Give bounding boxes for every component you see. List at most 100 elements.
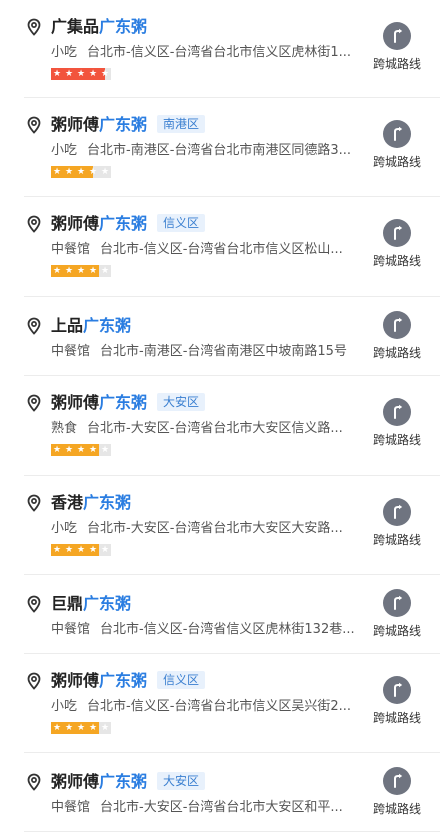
place-name-prefix: 广集品: [51, 17, 100, 36]
rating-stars: ★ ★ ★ ★ ★: [51, 166, 111, 178]
place-name-prefix: 粥师傅: [51, 214, 100, 233]
rating-star: ★: [87, 265, 99, 277]
place-name[interactable]: 香港广东粥: [51, 492, 131, 514]
rating-star: ★: [63, 166, 75, 178]
rating-star: ★: [75, 68, 87, 80]
route-arrow-icon: [383, 498, 411, 526]
location-pin-icon: [25, 773, 43, 791]
result-item[interactable]: 粥师傅广东粥 大安区中餐馆 台北市-大安区-台湾省台北市大安区和平... 跨城路线: [0, 753, 440, 832]
place-name-keyword: 广东粥: [83, 594, 132, 613]
cross-city-route-label: 跨城路线: [372, 533, 421, 547]
district-badge: 信义区: [157, 671, 206, 689]
place-address: 台北市-南港区-台湾省南港区中坡南路15号: [100, 344, 347, 359]
result-item[interactable]: 粥师傅广东粥 信义区 小吃 台北市-信义区-台湾省台北市信义区吴兴街2... ★ ★ ★ ★ ★…: [0, 654, 440, 753]
place-address: 台北市-信义区-台湾省台北市信义区虎林街1...: [87, 45, 352, 60]
cross-city-route-label: 跨城路线: [372, 254, 421, 268]
rating-star: ★: [51, 544, 63, 556]
cross-city-route-button[interactable]: 跨城路线: [369, 676, 425, 726]
place-category: 小吃: [51, 143, 78, 158]
result-item[interactable]: 广集品广东粥小吃 台北市-信义区-台湾省台北市信义区虎林街1... ★ ★ ★ ★ ★ 跨城路…: [0, 0, 440, 98]
cross-city-route-label: 跨城路线: [372, 802, 421, 816]
place-meta: 熟食 台北市-大安区-台湾省台北市大安区信义路...: [51, 420, 369, 438]
location-pin-icon: [25, 394, 43, 412]
district-badge: 南港区: [157, 115, 206, 133]
rating-star: ★: [51, 166, 63, 178]
route-arrow-icon: [383, 589, 411, 617]
place-name-keyword: 广东粥: [99, 115, 148, 134]
place-address: 台北市-信义区-台湾省信义区虎林街132巷...: [100, 622, 355, 637]
rating-star: ★: [99, 722, 111, 734]
rating-star: ★: [51, 444, 63, 456]
cross-city-route-button[interactable]: 跨城路线: [369, 219, 425, 269]
place-name-keyword: 广东粥: [83, 316, 132, 335]
rating-star: ★: [51, 68, 63, 80]
place-name[interactable]: 粥师傅广东粥 大安区: [51, 392, 206, 414]
cross-city-route-button[interactable]: 跨城路线: [369, 398, 425, 448]
place-category: 中餐馆: [51, 800, 91, 815]
place-name-prefix: 香港: [51, 493, 84, 512]
rating-star: ★: [87, 166, 99, 178]
rating-star: ★: [75, 265, 87, 277]
rating-stars: ★ ★ ★ ★ ★: [51, 544, 111, 556]
district-badge: 大安区: [157, 393, 206, 411]
place-name-keyword: 广东粥: [99, 17, 148, 36]
route-arrow-icon: [383, 767, 411, 795]
result-item[interactable]: 香港广东粥小吃 台北市-大安区-台湾省台北市大安区大安路... ★ ★ ★ ★ ★ 跨城路线: [0, 476, 440, 575]
rating-star: ★: [63, 544, 75, 556]
rating-star: ★: [99, 544, 111, 556]
rating-star: ★: [87, 722, 99, 734]
route-arrow-icon: [383, 398, 411, 426]
cross-city-route-button[interactable]: 跨城路线: [369, 120, 425, 170]
place-name-prefix: 上品: [51, 316, 84, 335]
place-name-keyword: 广东粥: [99, 214, 148, 233]
result-item[interactable]: 巨鼎广东粥中餐馆 台北市-信义区-台湾省信义区虎林街132巷... 跨城路线: [0, 575, 440, 654]
place-name-prefix: 粥师傅: [51, 772, 100, 791]
place-name[interactable]: 上品广东粥: [51, 315, 131, 337]
place-address: 台北市-大安区-台湾省台北市大安区和平...: [100, 800, 343, 815]
rating-star: ★: [87, 544, 99, 556]
rating-star: ★: [99, 265, 111, 277]
location-pin-icon: [25, 116, 43, 134]
place-name-keyword: 广东粥: [99, 772, 148, 791]
place-meta: 小吃 台北市-大安区-台湾省台北市大安区大安路...: [51, 520, 369, 538]
route-arrow-icon: [383, 219, 411, 247]
rating-stars: ★ ★ ★ ★ ★: [51, 444, 111, 456]
cross-city-route-label: 跨城路线: [372, 433, 421, 447]
cross-city-route-button[interactable]: 跨城路线: [369, 311, 425, 361]
route-arrow-icon: [383, 120, 411, 148]
place-name[interactable]: 粥师傅广东粥 信义区: [51, 670, 206, 692]
rating-stars: ★ ★ ★ ★ ★: [51, 68, 111, 80]
place-category: 中餐馆: [51, 622, 91, 637]
cross-city-route-button[interactable]: 跨城路线: [369, 589, 425, 639]
rating-star: ★: [63, 722, 75, 734]
cross-city-route-button[interactable]: 跨城路线: [369, 767, 425, 817]
place-name-prefix: 巨鼎: [51, 594, 84, 613]
district-badge: 信义区: [157, 214, 206, 232]
place-category: 小吃: [51, 45, 78, 60]
place-name-prefix: 粥师傅: [51, 393, 100, 412]
place-category: 中餐馆: [51, 344, 91, 359]
place-name[interactable]: 粥师傅广东粥 南港区: [51, 114, 206, 136]
place-meta: 中餐馆 台北市-信义区-台湾省台北市信义区松山...: [51, 241, 369, 259]
rating-star: ★: [63, 68, 75, 80]
rating-star: ★: [63, 265, 75, 277]
result-item[interactable]: 粥师傅广东粥 南港区 小吃 台北市-南港区-台湾省台北市南港区同德路3... ★ ★ ★ ★ ★…: [0, 98, 440, 197]
location-pin-icon: [25, 18, 43, 36]
rating-star: ★: [75, 166, 87, 178]
cross-city-route-button[interactable]: 跨城路线: [369, 498, 425, 548]
place-name[interactable]: 粥师傅广东粥 大安区: [51, 771, 206, 793]
rating-star: ★: [99, 166, 111, 178]
cross-city-route-button[interactable]: 跨城路线: [369, 22, 425, 72]
place-meta: 小吃 台北市-信义区-台湾省台北市信义区吴兴街2...: [51, 698, 369, 716]
place-category: 熟食: [51, 421, 78, 436]
place-name[interactable]: 广集品广东粥: [51, 16, 147, 38]
place-name[interactable]: 巨鼎广东粥: [51, 593, 131, 615]
place-category: 小吃: [51, 521, 78, 536]
rating-stars: ★ ★ ★ ★ ★: [51, 722, 111, 734]
result-item[interactable]: 上品广东粥中餐馆 台北市-南港区-台湾省南港区中坡南路15号 跨城路线: [0, 297, 440, 376]
place-name[interactable]: 粥师傅广东粥 信义区: [51, 213, 206, 235]
result-item[interactable]: 粥师傅广东粥 信义区 中餐馆 台北市-信义区-台湾省台北市信义区松山... ★ ★ ★ ★ ★ 跨…: [0, 197, 440, 297]
result-item[interactable]: 粥师傅广东粥 大安区熟食 台北市-大安区-台湾省台北市大安区信义路... ★ ★ ★ ★ ★ 跨…: [0, 376, 440, 476]
route-arrow-icon: [383, 22, 411, 50]
place-meta: 小吃 台北市-南港区-台湾省台北市南港区同德路3...: [51, 142, 369, 160]
